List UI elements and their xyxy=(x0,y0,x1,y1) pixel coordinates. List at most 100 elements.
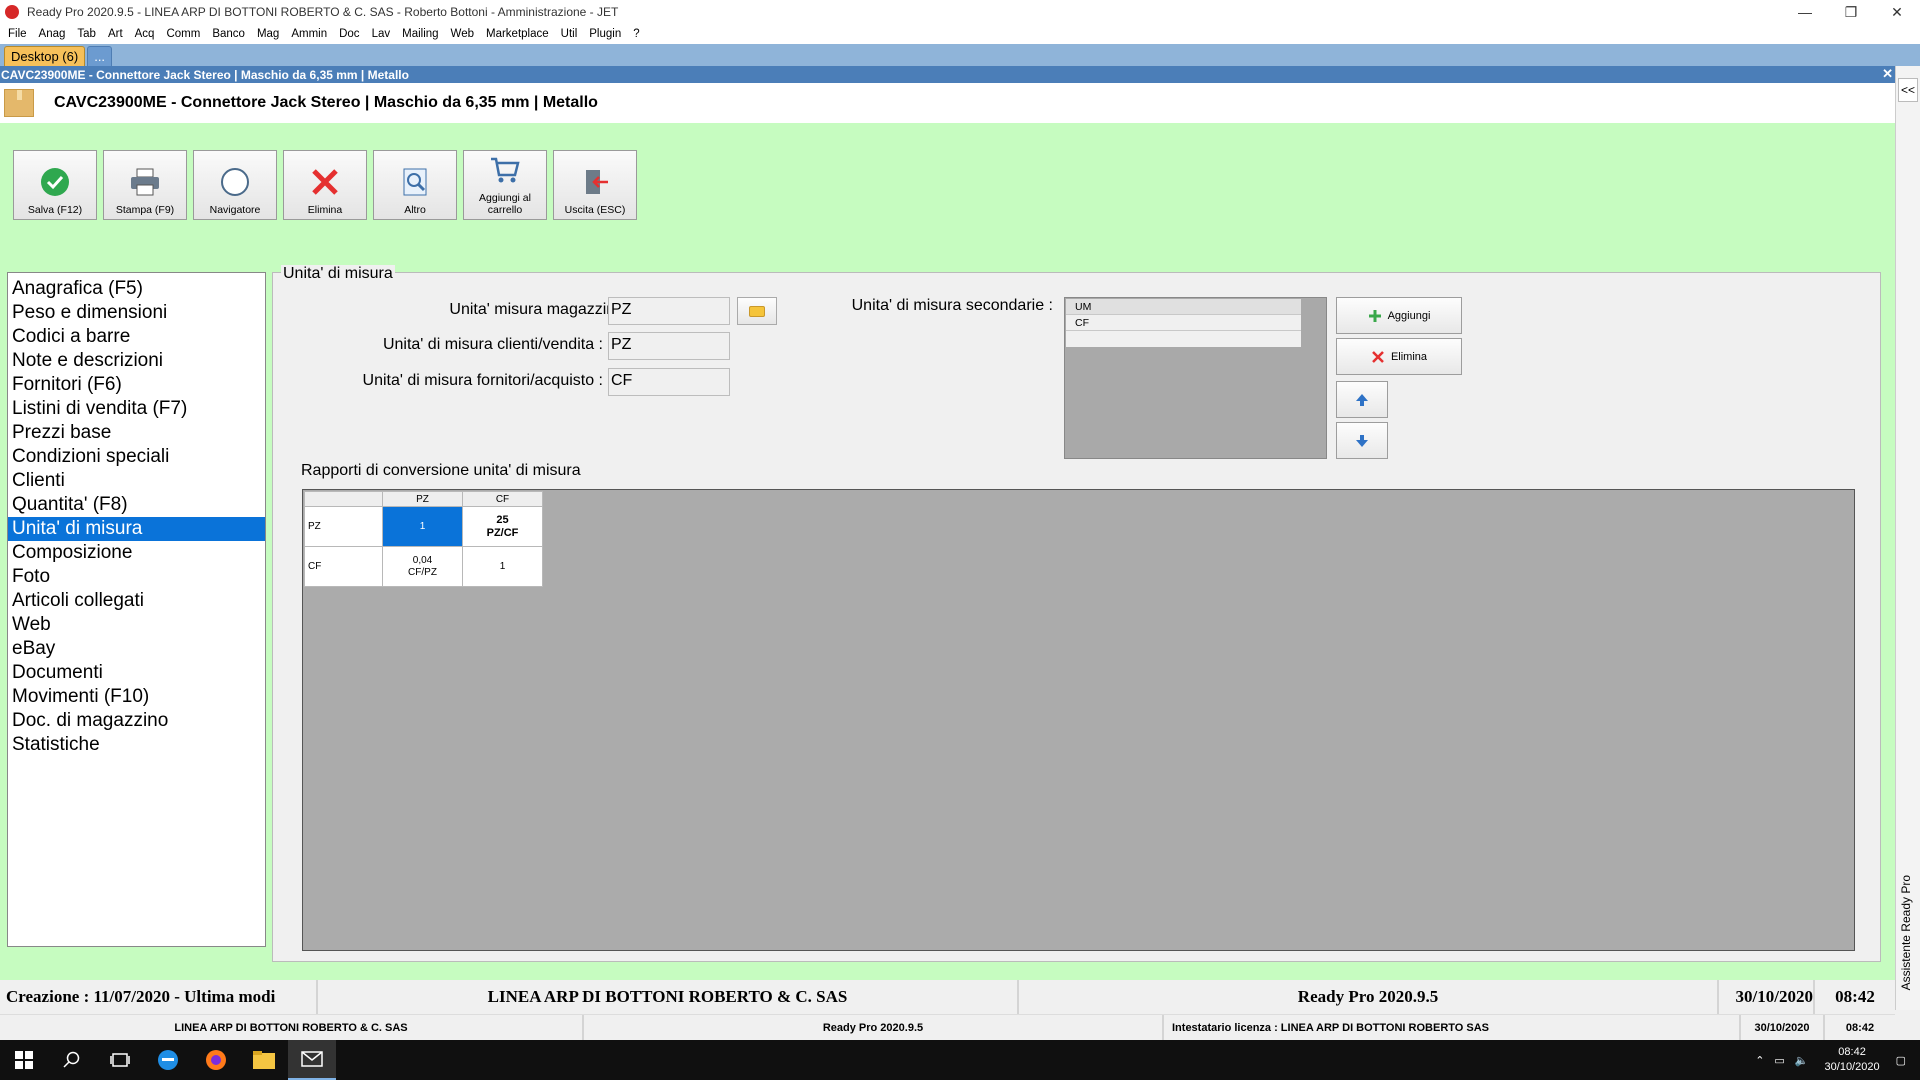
print-button[interactable]: Stampa (F9) xyxy=(103,150,187,220)
network-icon[interactable]: ▭ xyxy=(1774,1054,1784,1067)
status2-company: LINEA ARP DI BOTTONI ROBERTO & C. SAS xyxy=(0,1014,584,1041)
delete-button[interactable]: Elimina xyxy=(283,150,367,220)
plus-icon xyxy=(1368,309,1381,322)
windows-start-icon[interactable] xyxy=(0,1040,48,1080)
status2-version: Ready Pro 2020.9.5 xyxy=(584,1014,1164,1041)
taskbar-clock[interactable]: 08:42 30/10/2020 xyxy=(1825,1045,1880,1075)
desktop-tab[interactable]: Desktop (6) xyxy=(4,46,86,66)
cell-value: 0,04 xyxy=(412,554,433,566)
firefox-icon[interactable] xyxy=(192,1040,240,1080)
move-up-button[interactable] xyxy=(1336,381,1388,418)
package-icon xyxy=(4,89,34,117)
volume-icon[interactable]: 🔈 xyxy=(1795,1054,1809,1067)
menu-mag[interactable]: Mag xyxy=(253,28,287,40)
row-header: PZ xyxy=(304,506,383,547)
edge-browser-icon[interactable] xyxy=(144,1040,192,1080)
nav-item-documenti[interactable]: Documenti xyxy=(8,661,265,685)
nav-item-fornitori[interactable]: Fornitori (F6) xyxy=(8,373,265,397)
nav-item-doc-magazzino[interactable]: Doc. di magazzino xyxy=(8,709,265,733)
cell-value: 25 xyxy=(496,513,509,526)
conversion-cell[interactable]: 1 xyxy=(462,546,543,587)
more-button[interactable]: Altro xyxy=(373,150,457,220)
show-hidden-icons-icon[interactable]: ⌃ xyxy=(1755,1054,1764,1067)
conversion-cell[interactable]: 1 xyxy=(382,506,463,547)
nav-item-foto[interactable]: Foto xyxy=(8,565,265,589)
menu-tab[interactable]: Tab xyxy=(73,28,104,40)
restore-button[interactable]: ❐ xyxy=(1828,0,1874,24)
nav-item-articoli-collegati[interactable]: Articoli collegati xyxy=(8,589,265,613)
mail-icon[interactable] xyxy=(288,1040,336,1080)
row-header: CF xyxy=(304,546,383,587)
nav-item-note-descrizioni[interactable]: Note e descrizioni xyxy=(8,349,265,373)
close-window-button[interactable]: ✕ xyxy=(1874,0,1920,24)
menu-banco[interactable]: Banco xyxy=(208,28,253,40)
add-to-cart-label: Aggiungi al carrello xyxy=(479,192,531,216)
cell-unit: PZ/CF xyxy=(486,526,519,539)
ready-pro-app-icon xyxy=(5,5,19,19)
windows-taskbar: ⌃ ▭ 🔈 08:42 30/10/2020 ▢ xyxy=(0,1040,1920,1080)
document-caption-bar: CAVC23900ME - Connettore Jack Stereo | M… xyxy=(0,66,1895,83)
add-to-cart-button[interactable]: Aggiungi al carrello xyxy=(463,150,547,220)
purchase-unit-field[interactable]: CF xyxy=(608,368,730,396)
status2-date: 30/10/2020 xyxy=(1741,1014,1825,1041)
conversion-cell[interactable]: 0,04 CF/PZ xyxy=(382,546,463,587)
menu-file[interactable]: File xyxy=(4,28,35,40)
nav-item-peso-dimensioni[interactable]: Peso e dimensioni xyxy=(8,301,265,325)
menu-art[interactable]: Art xyxy=(104,28,131,40)
file-explorer-icon[interactable] xyxy=(240,1040,288,1080)
cell-unit: CF/PZ xyxy=(408,566,437,578)
nav-item-unita-misura[interactable]: Unita' di misura xyxy=(8,517,265,541)
check-circle-icon xyxy=(37,164,73,200)
delete-x-icon xyxy=(307,164,343,200)
conversion-grid-area: PZ CF PZ 1 25 PZ/CF CF 0,04 CF/PZ 1 xyxy=(302,489,1855,951)
menu-web[interactable]: Web xyxy=(447,28,482,40)
nav-item-condizioni-speciali[interactable]: Condizioni speciali xyxy=(8,445,265,469)
add-unit-button[interactable]: Aggiungi xyxy=(1336,297,1462,334)
navigator-label: Navigatore xyxy=(209,204,261,216)
menu-plugin[interactable]: Plugin xyxy=(585,28,629,40)
nav-item-movimenti[interactable]: Movimenti (F10) xyxy=(8,685,265,709)
nav-item-clienti[interactable]: Clienti xyxy=(8,469,265,493)
menu-doc[interactable]: Doc xyxy=(335,28,367,40)
close-document-button[interactable]: ✕ xyxy=(1882,66,1893,82)
assistant-tab[interactable]: Assistente Ready Pro xyxy=(1899,875,1913,990)
search-icon[interactable] xyxy=(48,1040,96,1080)
menu-lav[interactable]: Lav xyxy=(368,28,399,40)
move-down-button[interactable] xyxy=(1336,422,1388,459)
menu-help[interactable]: ? xyxy=(629,28,647,40)
conversion-cell[interactable]: 25 PZ/CF xyxy=(462,506,543,547)
nav-item-web[interactable]: Web xyxy=(8,613,265,637)
exit-button[interactable]: Uscita (ESC) xyxy=(553,150,637,220)
nav-item-ebay[interactable]: eBay xyxy=(8,637,265,661)
status2-time: 08:42 xyxy=(1845,1021,1875,1034)
nav-item-listini-vendita[interactable]: Listini di vendita (F7) xyxy=(8,397,265,421)
sales-unit-field[interactable]: PZ xyxy=(608,332,730,360)
menu-util[interactable]: Util xyxy=(557,28,586,40)
status-company: LINEA ARP DI BOTTONI ROBERTO & C. SAS xyxy=(318,980,1019,1014)
clock-date: 30/10/2020 xyxy=(1824,1061,1880,1073)
nav-item-quantita[interactable]: Quantita' (F8) xyxy=(8,493,265,517)
menu-comm[interactable]: Comm xyxy=(162,28,208,40)
notifications-icon[interactable]: ▢ xyxy=(1896,1054,1906,1067)
menu-mailing[interactable]: Mailing xyxy=(398,28,446,40)
desktop-more-tab[interactable]: ... xyxy=(87,46,113,66)
list-item[interactable]: CF xyxy=(1066,315,1301,331)
minimize-button[interactable]: — xyxy=(1782,0,1828,24)
nav-item-statistiche[interactable]: Statistiche xyxy=(8,733,265,757)
nav-item-codici-barre[interactable]: Codici a barre xyxy=(8,325,265,349)
collapse-panel-button[interactable]: << xyxy=(1898,78,1918,102)
unit-of-measure-group: Unita' di misura Unita' misura magazzino… xyxy=(272,265,1881,962)
nav-item-composizione[interactable]: Composizione xyxy=(8,541,265,565)
menu-marketplace[interactable]: Marketplace xyxy=(482,28,557,40)
clock-time: 08:42 xyxy=(1838,1046,1866,1058)
save-button[interactable]: Salva (F12) xyxy=(13,150,97,220)
menu-anag[interactable]: Anag xyxy=(35,28,74,40)
nav-item-anagrafica[interactable]: Anagrafica (F5) xyxy=(8,277,265,301)
nav-item-prezzi-base[interactable]: Prezzi base xyxy=(8,421,265,445)
navigator-button[interactable]: Navigatore xyxy=(193,150,277,220)
menu-ammin[interactable]: Ammin xyxy=(287,28,335,40)
delete-unit-button[interactable]: Elimina xyxy=(1336,338,1462,375)
secondary-units-list[interactable]: UM CF xyxy=(1064,297,1327,459)
task-view-icon[interactable] xyxy=(96,1040,144,1080)
menu-acq[interactable]: Acq xyxy=(131,28,163,40)
